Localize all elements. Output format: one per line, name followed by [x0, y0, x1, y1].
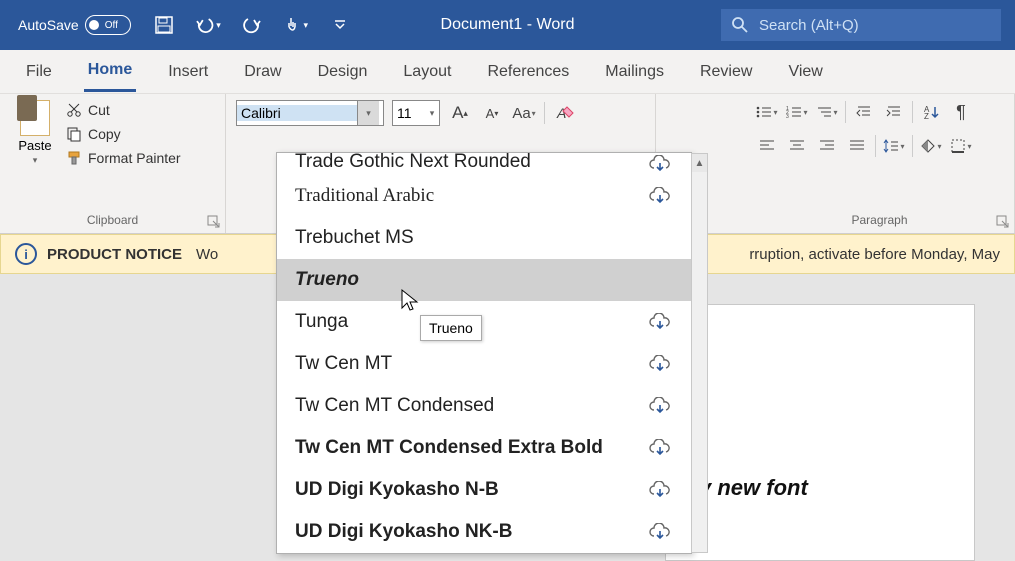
- autosave-label: AutoSave: [18, 17, 79, 33]
- align-right-button[interactable]: [815, 134, 839, 158]
- cloud-download-icon: [647, 355, 673, 373]
- font-size-combo[interactable]: ▾: [392, 100, 440, 126]
- cloud-download-icon: [647, 523, 673, 541]
- borders-button[interactable]: [949, 134, 973, 158]
- undo-button[interactable]: ▾: [195, 12, 221, 38]
- show-hide-marks-button[interactable]: ¶: [949, 100, 973, 124]
- line-spacing-button[interactable]: [882, 134, 906, 158]
- scissors-icon: [66, 102, 82, 118]
- tab-home[interactable]: Home: [84, 51, 136, 92]
- copy-button[interactable]: Copy: [66, 126, 181, 142]
- font-item-label: Tw Cen MT Condensed Extra Bold: [295, 437, 647, 459]
- font-item[interactable]: Tw Cen MT Condensed Extra Bold: [277, 427, 691, 469]
- font-item[interactable]: Tunga: [277, 301, 691, 343]
- font-item-label: Tw Cen MT: [295, 353, 647, 375]
- search-placeholder: Search (Alt+Q): [759, 17, 859, 34]
- info-icon: i: [15, 243, 37, 265]
- cloud-download-icon: [647, 155, 673, 173]
- font-size-dropdown-button[interactable]: ▾: [425, 101, 439, 125]
- clipboard-launcher[interactable]: [207, 215, 221, 229]
- scroll-up-button[interactable]: ▲: [692, 154, 707, 172]
- copy-icon: [66, 126, 82, 142]
- notice-right-text: rruption, activate before Monday, May: [749, 246, 1000, 263]
- font-name-input[interactable]: [237, 105, 357, 121]
- font-item[interactable]: Trebuchet MS: [277, 217, 691, 259]
- search-icon: [731, 16, 749, 34]
- align-center-button[interactable]: [785, 134, 809, 158]
- tab-references[interactable]: References: [483, 53, 573, 91]
- font-item-label: UD Digi Kyokasho N-B: [295, 479, 647, 501]
- font-tooltip: Trueno: [420, 315, 482, 341]
- change-case-button[interactable]: Aa: [512, 101, 536, 125]
- document-page[interactable]: f my new font: [665, 304, 975, 561]
- cut-button[interactable]: Cut: [66, 102, 181, 118]
- font-name-dropdown-button[interactable]: ▾: [357, 101, 379, 125]
- redo-button[interactable]: [239, 12, 265, 38]
- qat-customize-button[interactable]: [327, 12, 353, 38]
- align-left-button[interactable]: [755, 134, 779, 158]
- paste-icon: [20, 100, 50, 136]
- search-box[interactable]: Search (Alt+Q): [721, 9, 1001, 41]
- save-button[interactable]: [151, 12, 177, 38]
- cloud-download-icon: [647, 397, 673, 415]
- cloud-download-icon: [647, 481, 673, 499]
- document-title: Document1 - Word: [441, 16, 575, 34]
- justify-button[interactable]: [845, 134, 869, 158]
- font-item-label: UD Digi Kyokasho NK-B: [295, 521, 647, 543]
- paintbrush-icon: [66, 150, 82, 166]
- bullets-button[interactable]: [755, 100, 779, 124]
- font-item-label: Traditional Arabic: [295, 185, 647, 207]
- cloud-download-icon: [647, 187, 673, 205]
- font-size-input[interactable]: [393, 105, 425, 121]
- paragraph-group-label: Paragraph: [755, 213, 1004, 231]
- font-item-label: Trueno: [295, 269, 673, 291]
- cloud-download-icon: [647, 313, 673, 331]
- autosave-toggle[interactable]: Off: [85, 15, 131, 35]
- sort-button[interactable]: AZ: [919, 100, 943, 124]
- grow-font-button[interactable]: A▴: [448, 101, 472, 125]
- tab-file[interactable]: File: [22, 53, 56, 91]
- tab-layout[interactable]: Layout: [399, 53, 455, 91]
- tab-review[interactable]: Review: [696, 53, 756, 91]
- clear-formatting-button[interactable]: A: [553, 101, 577, 125]
- font-item[interactable]: Trueno: [277, 259, 691, 301]
- svg-text:Z: Z: [924, 112, 929, 120]
- font-item[interactable]: UD Digi Kyokasho N-B: [277, 469, 691, 511]
- format-painter-button[interactable]: Format Painter: [66, 150, 181, 166]
- tab-mailings[interactable]: Mailings: [601, 53, 668, 91]
- tab-view[interactable]: View: [784, 53, 826, 91]
- paste-button[interactable]: Paste ▾: [10, 100, 60, 166]
- font-item[interactable]: Tw Cen MT: [277, 343, 691, 385]
- font-item[interactable]: Tw Cen MT Condensed: [277, 385, 691, 427]
- tab-insert[interactable]: Insert: [164, 53, 212, 91]
- font-item-label: Trade Gothic Next Rounded: [295, 153, 647, 173]
- touch-mode-button[interactable]: ▾: [283, 12, 309, 38]
- decrease-indent-button[interactable]: [852, 100, 876, 124]
- font-item-label: Trebuchet MS: [295, 227, 673, 249]
- font-item-label: Tw Cen MT Condensed: [295, 395, 647, 417]
- numbering-button[interactable]: 123: [785, 100, 809, 124]
- shrink-font-button[interactable]: A▾: [480, 101, 504, 125]
- tab-design[interactable]: Design: [314, 53, 372, 91]
- font-name-combo[interactable]: ▾: [236, 100, 384, 126]
- font-item[interactable]: Traditional Arabic: [277, 175, 691, 217]
- tab-draw[interactable]: Draw: [240, 53, 285, 91]
- autosave-state: Off: [105, 20, 118, 31]
- font-dropdown[interactable]: Trade Gothic Next Rounded Traditional Ara…: [276, 152, 692, 554]
- paragraph-launcher[interactable]: [996, 215, 1010, 229]
- shading-button[interactable]: [919, 134, 943, 158]
- font-item[interactable]: UD Digi Kyokasho NK-B: [277, 511, 691, 553]
- notice-badge: PRODUCT NOTICE: [47, 246, 182, 263]
- clipboard-group-label: Clipboard: [10, 213, 215, 231]
- svg-text:3: 3: [786, 114, 789, 119]
- cloud-download-icon: [647, 439, 673, 457]
- notice-left-text: Wo: [196, 246, 218, 263]
- font-dropdown-scrollbar[interactable]: ▲: [691, 153, 708, 553]
- increase-indent-button[interactable]: [882, 100, 906, 124]
- ribbon-tabs: File Home Insert Draw Design Layout Refe…: [0, 50, 1015, 94]
- font-item[interactable]: Trade Gothic Next Rounded: [277, 153, 691, 175]
- multilevel-list-button[interactable]: [815, 100, 839, 124]
